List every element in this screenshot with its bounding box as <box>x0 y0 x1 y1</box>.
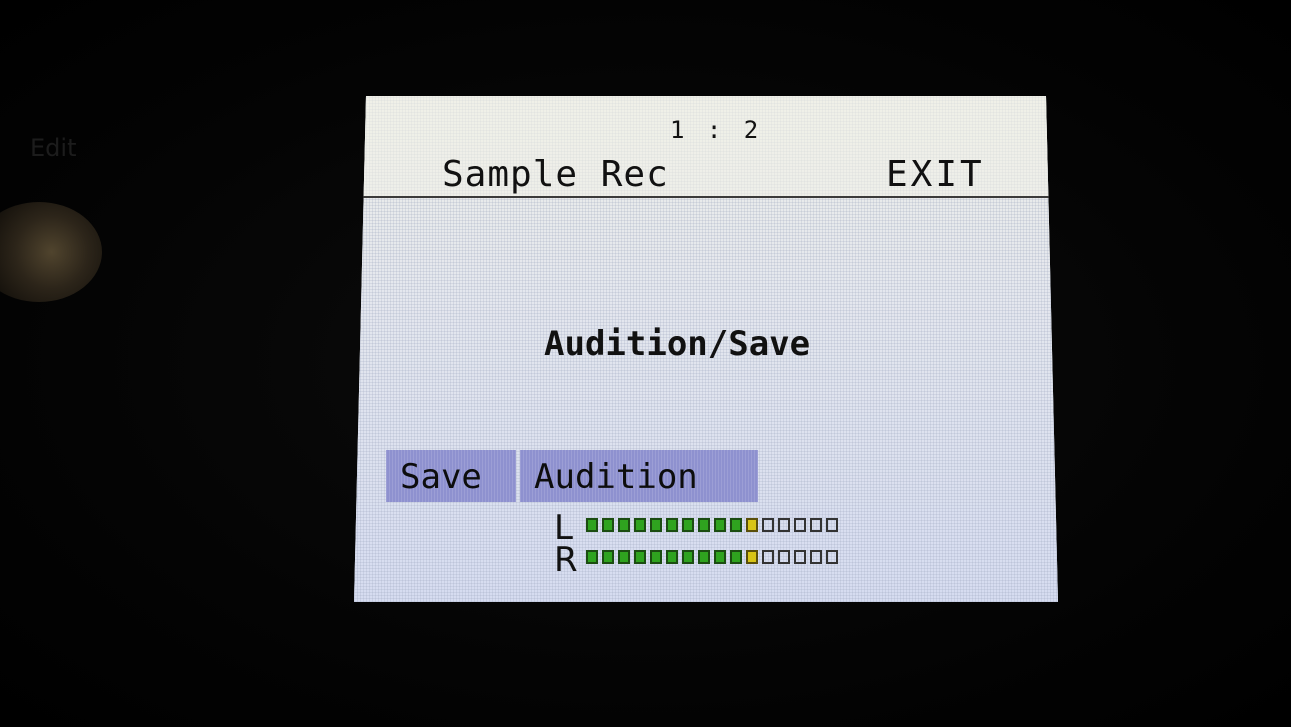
meter-segment <box>698 518 710 532</box>
meter-segment <box>618 518 630 532</box>
meter-segment <box>650 550 662 564</box>
meter-segment <box>794 550 806 564</box>
meter-segment <box>730 550 742 564</box>
meter-segment <box>634 550 646 564</box>
meter-segment <box>602 518 614 532</box>
meter-segment <box>826 550 838 564</box>
meter-segment <box>666 518 678 532</box>
meter-segment <box>778 518 790 532</box>
meter-right-label: R <box>554 540 578 580</box>
meter-segment <box>762 550 774 564</box>
meter-segment <box>714 550 726 564</box>
meter-segment <box>682 550 694 564</box>
device-panel: Edit 1 : 2 Sample Rec EXIT Audition/Save… <box>0 0 1291 727</box>
meter-segment <box>778 550 790 564</box>
meter-segment <box>810 550 822 564</box>
page-title: Sample Rec <box>442 154 669 195</box>
meter-segment <box>810 518 822 532</box>
exit-button[interactable]: EXIT <box>886 154 985 195</box>
meter-segment <box>762 518 774 532</box>
header-bar: 1 : 2 Sample Rec EXIT <box>354 96 1058 198</box>
meter-segment <box>794 518 806 532</box>
meter-segment <box>666 550 678 564</box>
meter-segment <box>586 550 598 564</box>
knob-label: Edit <box>30 134 77 162</box>
edit-knob-area: Edit <box>0 120 140 320</box>
screen-heading: Audition/Save <box>544 324 811 364</box>
meter-segment <box>602 550 614 564</box>
meter-segment <box>682 518 694 532</box>
audition-button[interactable]: Audition <box>520 450 758 502</box>
meter-segment <box>618 550 630 564</box>
meter-segment <box>826 518 838 532</box>
meter-segment <box>746 550 758 564</box>
meter-segment <box>714 518 726 532</box>
meter-segment <box>650 518 662 532</box>
lcd-screen: 1 : 2 Sample Rec EXIT Audition/Save Save… <box>354 96 1058 602</box>
save-button[interactable]: Save <box>386 450 516 502</box>
edit-knob[interactable] <box>0 202 102 302</box>
meter-segment <box>634 518 646 532</box>
meter-segment <box>586 518 598 532</box>
meter-segment <box>698 550 710 564</box>
meter-segment <box>730 518 742 532</box>
page-indicator: 1 : 2 <box>670 116 763 144</box>
meter-segment <box>746 518 758 532</box>
